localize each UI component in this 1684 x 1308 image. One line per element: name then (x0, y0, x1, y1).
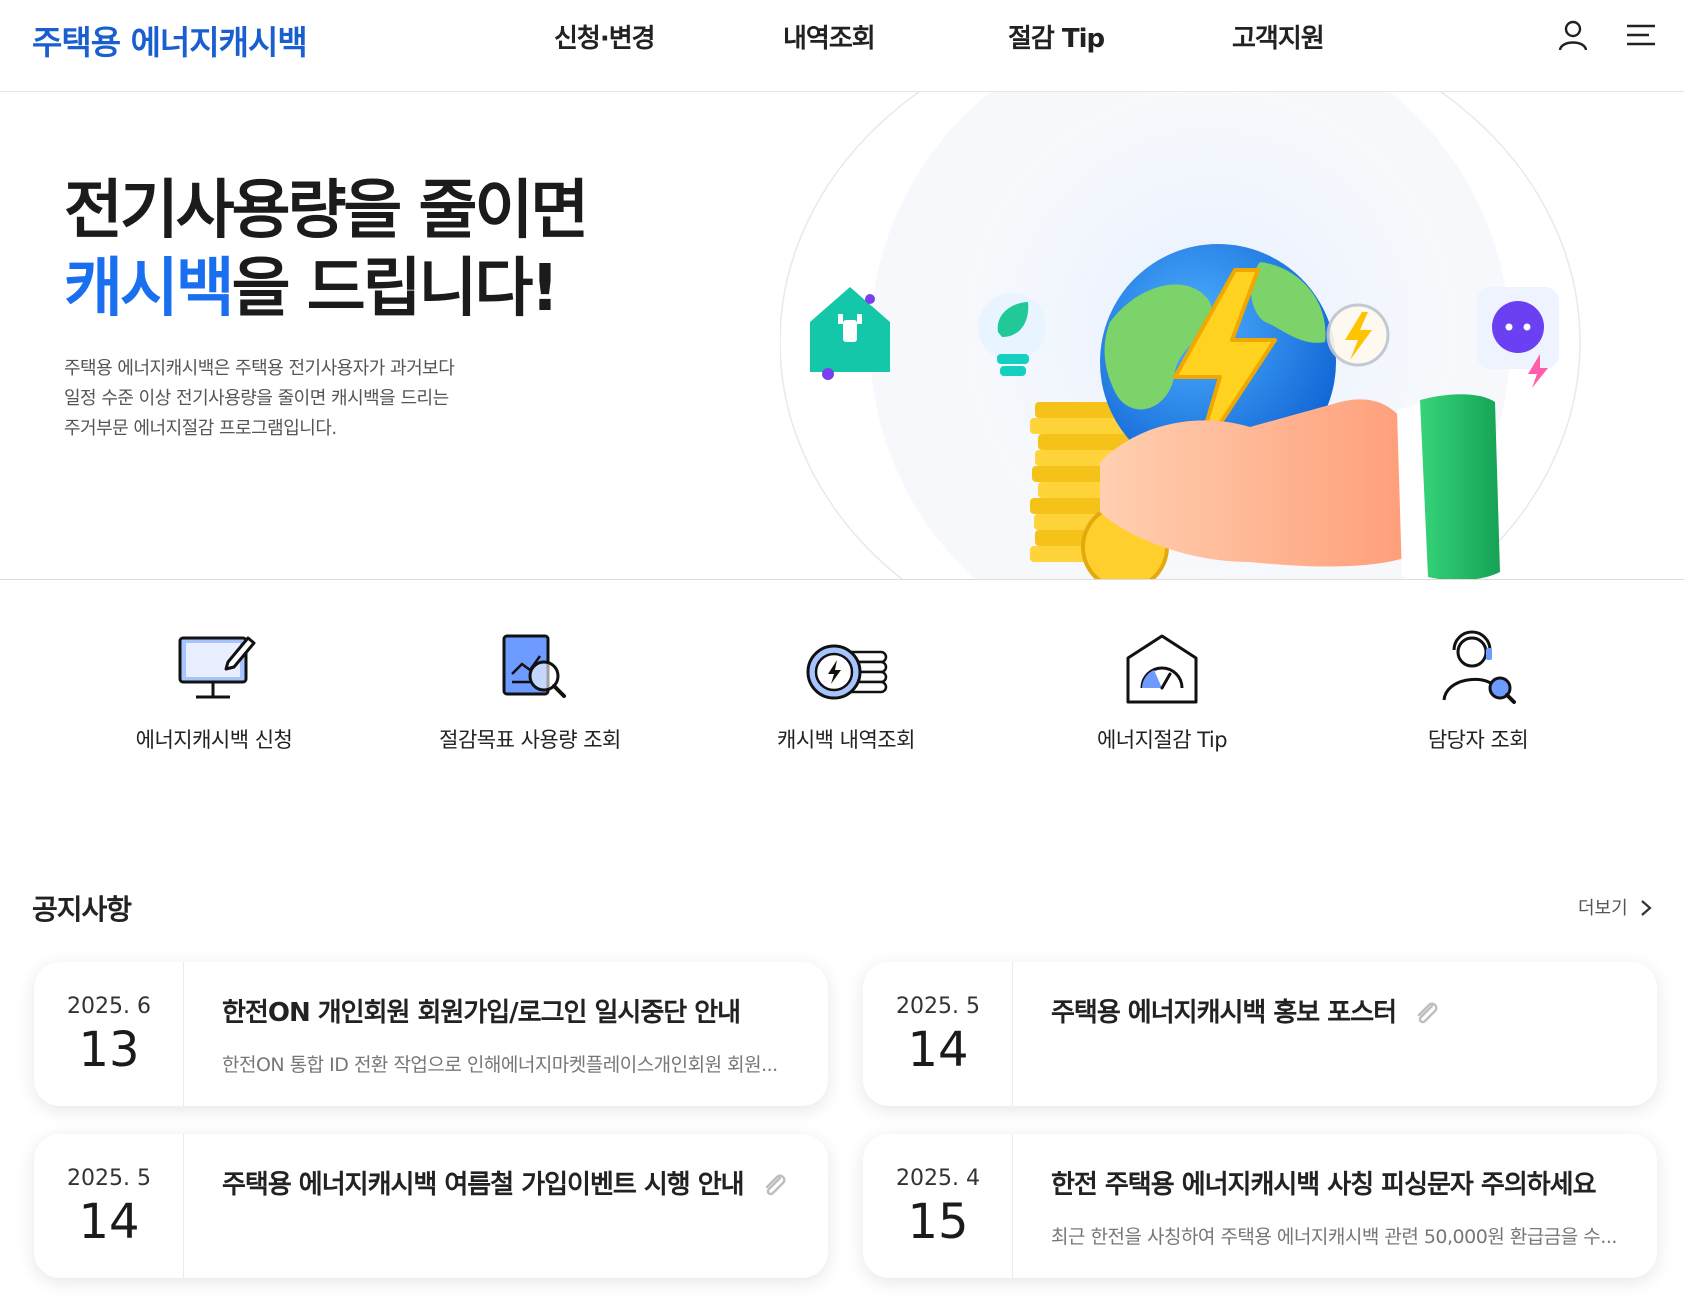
notice-title-row: 주택용 에너지캐시백 여름철 가입이벤트 시행 안내 (222, 1164, 790, 1201)
quick-label: 절감목표 사용량 조회 (439, 728, 621, 752)
report-search-icon (502, 634, 566, 698)
hero-desc-line: 일정 수준 이상 전기사용량을 줄이면 캐시백을 드리는 (64, 388, 449, 409)
coin-lightning-icon (806, 644, 888, 700)
hero-description: 주택용 에너지캐시백은 주택용 전기사용자가 과거보다 일정 수준 이상 전기사… (64, 354, 455, 444)
nav-saving-tip[interactable]: 절감 Tip (1008, 18, 1105, 55)
notice-title-text: 한전 주택용 에너지캐시백 사칭 피싱문자 주의하세요 (1051, 1170, 1596, 1200)
person-search-icon (1442, 630, 1516, 704)
notice-title: 공지사항 (32, 893, 132, 926)
notice-card[interactable]: 2025. 4 15 한전 주택용 에너지캐시백 사칭 피싱문자 주의하세요 최… (863, 1134, 1657, 1278)
hero-title-rest: 을 드립니다! (231, 252, 560, 326)
chevron-right-icon (1641, 900, 1653, 916)
nav-history[interactable]: 내역조회 (783, 18, 876, 55)
notice-card[interactable]: 2025. 6 13 한전ON 개인회원 회원가입/로그인 일시중단 안내 한전… (34, 962, 828, 1106)
notice-year-month: 2025. 5 (896, 994, 980, 1019)
hero-title-line1: 전기사용량을 줄이면 (64, 174, 589, 248)
notice-title-row: 주택용 에너지캐시백 홍보 포스터 (1051, 992, 1442, 1029)
notice-day: 15 (907, 1194, 969, 1250)
hero-title-line2: 캐시백을 드립니다! (64, 250, 586, 328)
site-header: 주택용 에너지캐시백 신청·변경 내역조회 절감 Tip 고객지원 (0, 0, 1684, 92)
notice-summary: 한전ON 통합 ID 전환 작업으로 인해에너지마켓플레이스개인회원 회원... (222, 1054, 778, 1076)
lightning-badge-icon (1326, 303, 1390, 367)
notice-year-month: 2025. 6 (67, 994, 151, 1019)
notice-card[interactable]: 2025. 5 14 주택용 에너지캐시백 홍보 포스터 (863, 962, 1657, 1106)
notice-summary: 최근 한전을 사칭하여 주택용 에너지캐시백 관련 50,000원 환급금을 수… (1051, 1226, 1617, 1248)
user-icon[interactable] (1556, 18, 1590, 52)
nav-apply-change[interactable]: 신청·변경 (554, 18, 656, 55)
more-label: 더보기 (1578, 898, 1628, 919)
notice-title-text: 주택용 에너지캐시백 홍보 포스터 (1051, 998, 1397, 1028)
notice-more-link[interactable]: 더보기 (1578, 894, 1653, 920)
attachment-icon (765, 1174, 786, 1195)
quick-cashback-history[interactable]: 캐시백 내역조회 (688, 630, 1004, 754)
notice-day: 14 (78, 1194, 140, 1250)
quick-label: 캐시백 내역조회 (777, 728, 915, 752)
quick-menu: 에너지캐시백 신청 절감목표 사용량 조회 캐시백 내역조회 에너지절감 Tip… (0, 630, 1684, 790)
quick-contact-search[interactable]: 담당자 조회 (1320, 630, 1636, 754)
hamburger-menu-icon[interactable] (1624, 18, 1658, 52)
attachment-icon (1417, 1002, 1438, 1023)
quick-target-usage[interactable]: 절감목표 사용량 조회 (372, 630, 688, 754)
hero-illustration (780, 92, 1581, 579)
notice-date: 2025. 5 14 (863, 962, 1013, 1106)
notice-day: 13 (78, 1022, 140, 1078)
site-logo[interactable]: 주택용 에너지캐시백 (32, 16, 308, 64)
hero-banner: 전기사용량을 줄이면 캐시백을 드립니다! 주택용 에너지캐시백은 주택용 전기… (0, 92, 1684, 580)
hero-desc-line: 주거부문 에너지절감 프로그램입니다. (64, 418, 337, 439)
notice-title-text: 한전ON 개인회원 회원가입/로그인 일시중단 안내 (222, 998, 741, 1028)
monitor-pen-icon (178, 636, 256, 699)
quick-apply-cashback[interactable]: 에너지캐시백 신청 (56, 630, 372, 754)
quick-saving-tip[interactable]: 에너지절감 Tip (1004, 630, 1320, 754)
notice-card[interactable]: 2025. 5 14 주택용 에너지캐시백 여름철 가입이벤트 시행 안내 (34, 1134, 828, 1278)
quick-label: 에너지절감 Tip (1096, 728, 1228, 752)
notice-year-month: 2025. 5 (67, 1166, 151, 1191)
notice-date: 2025. 4 15 (863, 1134, 1013, 1278)
notice-day: 14 (907, 1022, 969, 1078)
gauge-house-icon (1126, 634, 1198, 704)
hero-title-accent: 캐시백 (64, 252, 235, 326)
hero-desc-line: 주택용 에너지캐시백은 주택용 전기사용자가 과거보다 (64, 358, 455, 379)
quick-label: 에너지캐시백 신청 (135, 728, 293, 752)
notice-date: 2025. 6 13 (34, 962, 184, 1106)
notice-title-text: 주택용 에너지캐시백 여름철 가입이벤트 시행 안내 (222, 1170, 745, 1200)
notice-date: 2025. 5 14 (34, 1134, 184, 1278)
quick-label: 담당자 조회 (1427, 728, 1529, 752)
hero-title: 전기사용량을 줄이면 캐시백을 드립니다! (64, 172, 589, 328)
nav-support[interactable]: 고객지원 (1232, 18, 1325, 55)
notice-year-month: 2025. 4 (896, 1166, 980, 1191)
